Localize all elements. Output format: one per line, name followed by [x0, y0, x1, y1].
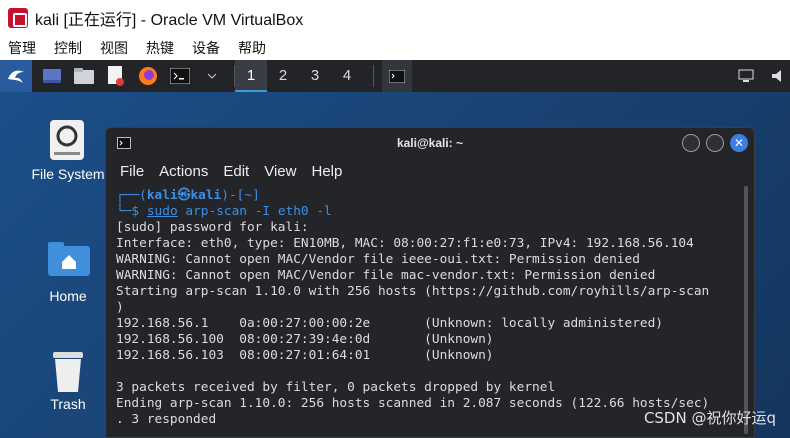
host-menu-manage[interactable]: 管理	[8, 38, 36, 58]
command-args: arp-scan -I eth0 -l	[177, 204, 332, 219]
volume-icon[interactable]	[766, 64, 790, 88]
network-icon[interactable]	[734, 64, 758, 88]
desktop-icon-label: File System	[31, 166, 105, 182]
terminal-menu-actions[interactable]: Actions	[159, 163, 208, 180]
host-menu-bar: 管理 控制 视图 热键 设备 帮助	[0, 36, 790, 60]
output-line: [sudo] password for kali:	[116, 220, 309, 235]
output-line: 192.168.56.100 08:00:27:39:4e:0d (Unknow…	[116, 332, 494, 347]
terminal-menu-view[interactable]: View	[264, 163, 296, 180]
virtualbox-icon	[8, 8, 28, 28]
terminal-window[interactable]: kali@kali: ~ ✕ File Actions Edit View He…	[105, 127, 755, 438]
dropdown-chevron-icon[interactable]	[200, 64, 224, 88]
firefox-icon[interactable]	[136, 64, 160, 88]
prompt-line-1: ┌──(kali㉿kali)-[~]	[116, 188, 260, 203]
desktop-icon-trash[interactable]: Trash	[18, 350, 118, 412]
workspace-4[interactable]: 4	[331, 60, 363, 92]
host-menu-hotkey[interactable]: 热键	[146, 38, 174, 58]
output-line: Interface: eth0, type: EN10MB, MAC: 08:0…	[116, 236, 694, 251]
terminal-launcher-icon[interactable]	[168, 64, 192, 88]
workspace-3[interactable]: 3	[299, 60, 331, 92]
output-line: 3 packets received by filter, 0 packets …	[116, 380, 556, 395]
close-button[interactable]: ✕	[730, 134, 748, 152]
terminal-menu-bar: File Actions Edit View Help	[106, 158, 754, 184]
kali-top-panel: 1 2 3 4	[0, 60, 790, 92]
show-desktop-icon[interactable]	[40, 64, 64, 88]
output-line: Starting arp-scan 1.10.0 with 256 hosts …	[116, 284, 710, 299]
prompt-line-2: └─$ sudo arp-scan -I eth0 -l	[116, 204, 332, 219]
minimize-button[interactable]	[682, 134, 700, 152]
output-line: )	[116, 300, 124, 315]
command-sudo: sudo	[146, 204, 178, 219]
desktop-icon-file-system[interactable]: File System	[18, 120, 118, 182]
prompt-user: kali㉿kali	[146, 188, 222, 203]
terminal-output[interactable]: ┌──(kali㉿kali)-[~] └─$ sudo arp-scan -I e…	[106, 184, 754, 428]
desktop-icon-home[interactable]: Home	[18, 242, 118, 304]
text-editor-icon[interactable]	[104, 64, 128, 88]
drive-icon	[48, 120, 88, 160]
workspace-2[interactable]: 2	[267, 60, 299, 92]
home-folder-icon	[48, 242, 90, 282]
host-menu-devices[interactable]: 设备	[192, 38, 220, 58]
output-line: 192.168.56.103 08:00:27:01:64:01 (Unknow…	[116, 348, 494, 363]
maximize-button[interactable]	[706, 134, 724, 152]
output-line: WARNING: Cannot open MAC/Vendor file iee…	[116, 252, 640, 267]
taskbar-terminal-button[interactable]	[382, 60, 412, 92]
host-window-title: kali [正在运行] - Oracle VM VirtualBox	[35, 12, 304, 29]
terminal-menu-edit[interactable]: Edit	[223, 163, 249, 180]
host-menu-help[interactable]: 帮助	[238, 38, 266, 58]
panel-tray	[726, 60, 790, 92]
output-line: 192.168.56.1 0a:00:27:00:00:2e (Unknown:…	[116, 316, 664, 331]
terminal-menu-file[interactable]: File	[120, 163, 144, 180]
host-menu-view[interactable]: 视图	[100, 38, 128, 58]
desktop-icon-label: Home	[49, 288, 87, 304]
file-manager-icon[interactable]	[72, 64, 96, 88]
panel-separator	[373, 65, 374, 87]
command-output: [sudo] password for kali: Interface: eth0…	[116, 220, 754, 428]
desktop-icon-label: Trash	[50, 396, 86, 412]
trash-icon	[48, 350, 88, 392]
terminal-title: kali@kali: ~	[396, 136, 464, 150]
terminal-scrollbar[interactable]	[744, 186, 748, 434]
kali-menu-icon[interactable]	[0, 60, 32, 92]
csdn-watermark: CSDN @祝你好运q	[643, 409, 776, 427]
terminal-titlebar[interactable]: kali@kali: ~ ✕	[106, 128, 754, 158]
host-title-bar: kali [正在运行] - Oracle VM VirtualBox	[0, 0, 790, 36]
workspace-1[interactable]: 1	[235, 60, 267, 92]
terminal-menu-help[interactable]: Help	[311, 163, 342, 180]
output-line: WARNING: Cannot open MAC/Vendor file mac…	[116, 268, 656, 283]
host-menu-control[interactable]: 控制	[54, 38, 82, 58]
